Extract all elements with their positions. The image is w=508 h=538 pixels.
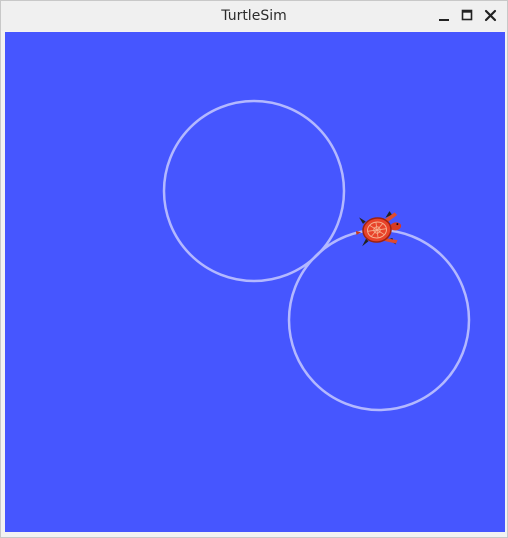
turtle-canvas[interactable] — [5, 32, 505, 532]
maximize-icon — [461, 9, 473, 21]
window-title: TurtleSim — [221, 8, 287, 24]
minimize-button[interactable] — [436, 7, 453, 24]
close-icon — [484, 9, 497, 22]
maximize-button[interactable] — [459, 7, 476, 24]
minimize-icon — [439, 19, 449, 21]
window-controls — [436, 7, 499, 24]
canvas-svg — [5, 32, 505, 532]
turtlesim-window: TurtleSim — [0, 0, 508, 538]
title-bar[interactable]: TurtleSim — [1, 1, 507, 31]
close-button[interactable] — [482, 7, 499, 24]
